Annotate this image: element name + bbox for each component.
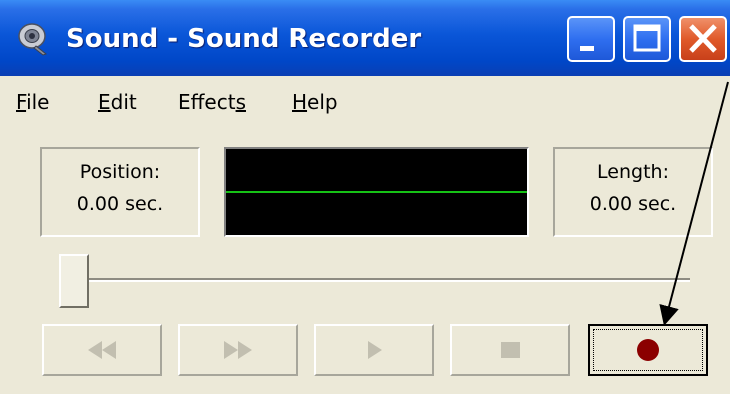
- menu-effects[interactable]: Effects: [178, 90, 246, 114]
- menu-effects-label: Effect: [178, 90, 236, 114]
- maximize-icon: [633, 24, 661, 52]
- fast-forward-icon: [224, 341, 252, 359]
- seek-slider-track[interactable]: [62, 278, 690, 282]
- title-bar[interactable]: Sound - Sound Recorder: [0, 0, 730, 76]
- length-label: Length:: [597, 161, 669, 183]
- record-button[interactable]: [588, 324, 708, 376]
- seek-slider-thumb[interactable]: [59, 254, 89, 308]
- play-icon: [368, 341, 382, 359]
- menu-file-accesskey: F: [16, 90, 27, 114]
- menu-help[interactable]: Help: [292, 90, 338, 114]
- rewind-icon: [88, 341, 116, 359]
- play-button[interactable]: [314, 324, 434, 376]
- maximize-button[interactable]: [623, 16, 671, 62]
- close-icon: [689, 24, 717, 53]
- window-title: Sound - Sound Recorder: [66, 24, 422, 54]
- menu-help-label: elp: [307, 90, 338, 114]
- seek-to-start-button[interactable]: [42, 324, 162, 376]
- seek-to-end-button[interactable]: [178, 324, 298, 376]
- length-display: Length: 0.00 sec.: [553, 147, 713, 237]
- stop-icon: [501, 342, 520, 358]
- waveform-display: [224, 147, 529, 237]
- menu-edit-label: dit: [110, 90, 137, 114]
- menu-help-accesskey: H: [292, 90, 308, 114]
- minimize-icon: [580, 46, 594, 51]
- length-value: 0.00 sec.: [589, 193, 677, 215]
- waveform-line: [226, 191, 527, 193]
- menu-effects-accesskey: s: [235, 90, 246, 114]
- stop-button[interactable]: [450, 324, 570, 376]
- position-display: Position: 0.00 sec.: [40, 147, 200, 237]
- menu-edit-accesskey: E: [98, 90, 111, 114]
- menu-edit[interactable]: Edit: [98, 90, 137, 114]
- menu-file[interactable]: File: [16, 90, 49, 114]
- record-icon: [637, 339, 659, 361]
- minimize-button[interactable]: [567, 16, 615, 62]
- position-value: 0.00 sec.: [76, 193, 164, 215]
- sound-recorder-window: Sound - Sound Recorder File Edit Effects…: [0, 0, 730, 394]
- menu-bar: File Edit Effects Help: [0, 76, 730, 126]
- menu-file-label: ile: [26, 90, 50, 114]
- speaker-icon: [16, 22, 52, 56]
- position-label: Position:: [79, 161, 161, 183]
- close-button[interactable]: [679, 16, 727, 62]
